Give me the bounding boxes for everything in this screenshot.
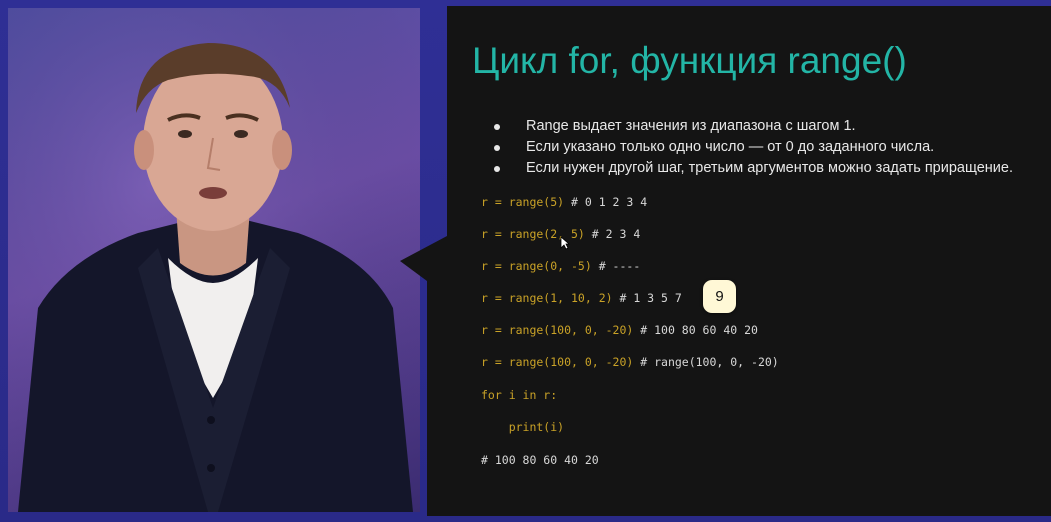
code-text: for i in r: [481,388,558,402]
code-comment: # 100 80 60 40 20 [481,453,599,467]
code-comment: # 2 3 4 [591,227,641,241]
code-text: r = range(100, 0, -20) [481,323,641,337]
code-text: r = range(5) [481,195,572,209]
code-line: for i in r: [481,387,557,403]
code-comment: # ---- [598,259,641,273]
presenter-image [8,8,420,512]
code-line: # 100 80 60 40 20 [481,452,599,468]
code-comment: # 100 80 60 40 20 [640,323,758,337]
code-block: r = range(5) # 0 1 2 3 4 r = range(2, 5)… [481,194,779,467]
code-text: r = range(1, 10, 2) [481,291,620,305]
code-text: print(i) [481,420,565,434]
code-text: r = range(0, -5) [481,259,599,273]
slide-title: Цикл for, функция range() [472,40,907,81]
mouse-pointer-icon [560,236,570,250]
bullet-item: Range выдает значения из диапазона с шаг… [490,116,1013,137]
code-line: r = range(5) # 0 1 2 3 4 [481,194,647,210]
code-comment: # 0 1 2 3 4 [571,195,648,209]
code-text: r = range(100, 0, -20) [481,355,641,369]
bullet-item: Если нужен другой шаг, третьим аргументо… [490,158,1013,179]
presenter-video [8,8,420,512]
step-badge: 9 [703,280,736,313]
code-line: r = range(100, 0, -20) # 100 80 60 40 20 [481,322,758,338]
code-line: r = range(0, -5) # ---- [481,258,640,274]
code-comment: # 1 3 5 7 [619,291,682,305]
code-line: r = range(100, 0, -20) # range(100, 0, -… [481,354,779,370]
bullet-item: Если указано только одно число — от 0 до… [490,137,1013,158]
bullet-list: Range выдает значения из диапазона с шаг… [490,116,1013,179]
code-line: print(i) [481,419,564,435]
code-text: r = range(2, 5) [481,227,592,241]
code-comment: # range(100, 0, -20) [640,355,779,369]
code-line: r = range(1, 10, 2) # 1 3 5 7 [481,290,682,306]
